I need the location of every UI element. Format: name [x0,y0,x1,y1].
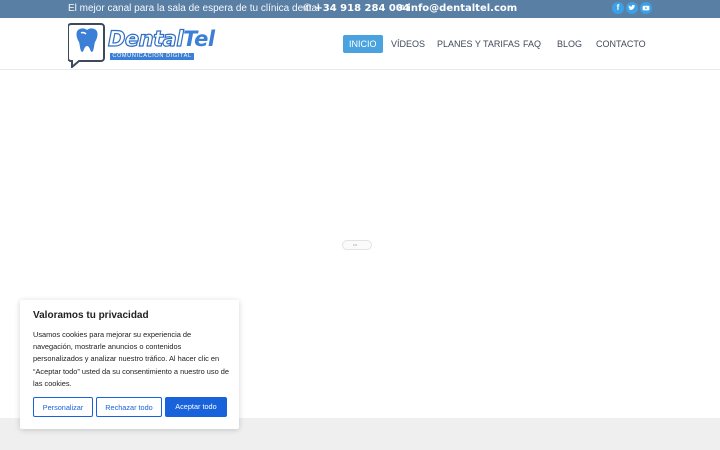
facebook-icon[interactable]: f [612,2,624,14]
cookie-consent-banner: Valoramos tu privacidad Usamos cookies p… [20,300,239,429]
reject-all-button[interactable]: Rechazar todo [96,397,162,417]
nav-planes-tarifas[interactable]: PLANES Y TARIFAS [437,35,520,53]
nav-faq[interactable]: FAQ [523,35,541,53]
tagline: El mejor canal para la sala de espera de… [68,3,320,14]
nav-inicio[interactable]: INICIO [343,35,383,53]
brand-logo[interactable]: DentalTel COMUNICACIÓN DIGITAL [67,20,215,70]
email-address: info@dentaltel.com [407,3,518,14]
twitter-glyph [628,4,636,11]
loading-indicator: ••• [342,240,372,250]
email-link[interactable]: ✉ info@dentaltel.com [396,3,517,14]
accept-all-button[interactable]: Aceptar todo [165,397,227,417]
youtube-icon[interactable] [640,2,652,14]
phone-link[interactable]: ✆ +34 918 284 004 [303,3,410,14]
nav-blog[interactable]: BLOG [557,35,582,53]
top-bar: El mejor canal para la sala de espera de… [0,0,720,18]
envelope-icon: ✉ [396,3,405,14]
site-header: DentalTel COMUNICACIÓN DIGITAL INICIO VÍ… [0,18,720,70]
nav-videos[interactable]: VÍDEOS [391,35,425,53]
brand-name: DentalTel [107,27,215,51]
brand-name-part1: Dental [107,27,184,51]
cookie-description: Usamos cookies para mejorar su experienc… [33,330,229,388]
loading-dots: ••• [353,242,358,247]
youtube-glyph [642,5,650,11]
nav-contacto[interactable]: CONTACTO [596,35,646,53]
brand-name-part2: Tel [183,27,215,51]
customize-button[interactable]: Personalizar [33,397,93,417]
phone-icon: ✆ [303,3,312,14]
brand-subtitle: COMUNICACIÓN DIGITAL [110,53,194,60]
cookie-title: Valoramos tu privacidad [33,310,149,321]
twitter-icon[interactable] [626,2,638,14]
